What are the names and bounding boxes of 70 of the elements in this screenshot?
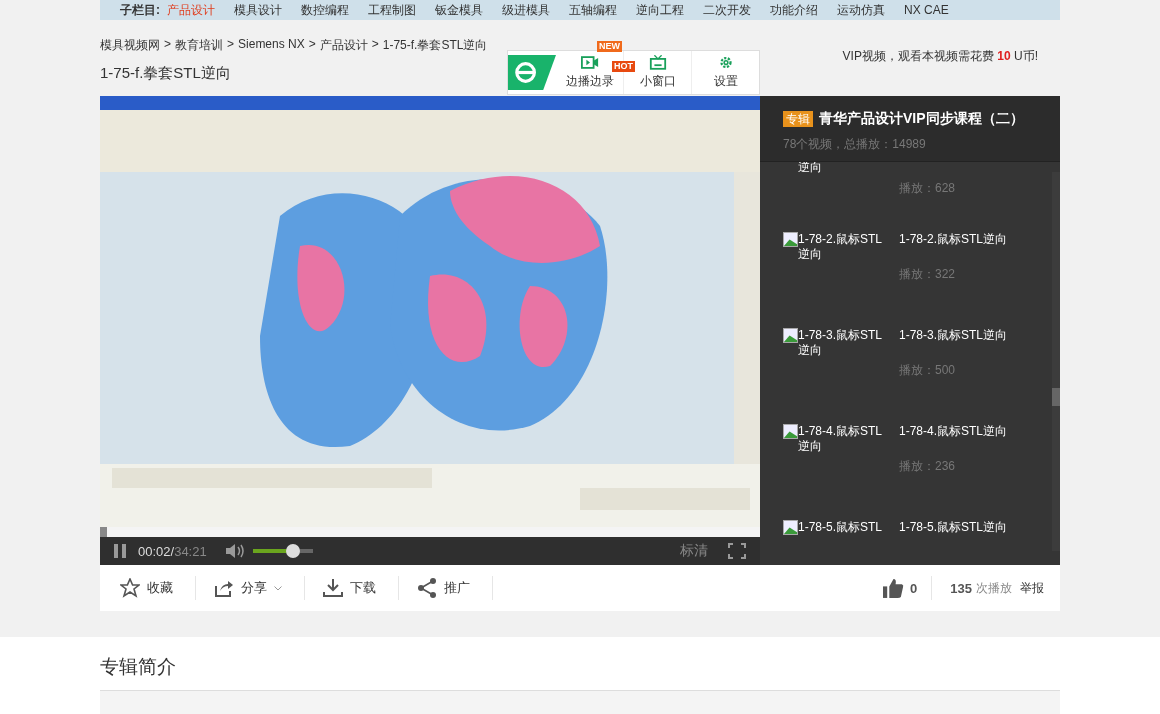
playlist-item-title[interactable]: 1-78-2.鼠标STL逆向 <box>899 232 1008 247</box>
category-link[interactable]: 五轴编程 <box>569 1 617 19</box>
broken-image-icon <box>783 328 798 343</box>
play-count: 播放：236 <box>899 458 957 475</box>
toolbar-button[interactable]: 设置 <box>692 51 759 94</box>
broken-image-icon <box>783 520 798 535</box>
hot-badge: HOT <box>612 61 635 72</box>
category-link[interactable]: 钣金模具 <box>435 1 483 19</box>
share-icon <box>214 578 234 598</box>
album-summary: 78个视频，总播放：14989 <box>783 136 927 153</box>
breadcrumb-link[interactable]: 产品设计 <box>319 37 368 54</box>
category-link[interactable]: 二次开发 <box>703 1 751 19</box>
thumbnail-alt-text: 1-78-5.鼠标STL <box>798 520 884 535</box>
play-count: 播放：628 <box>899 180 956 197</box>
action-button[interactable]: 推广 <box>417 578 492 598</box>
album-tag: 专辑 <box>783 111 813 127</box>
category-link[interactable]: 功能介绍 <box>770 1 818 19</box>
thumbnail-alt-text: 1-78-3.鼠标STL逆向 <box>798 328 884 358</box>
play-count-number: 135 <box>950 580 972 596</box>
thumbs-up-icon[interactable] <box>883 577 905 599</box>
category-link[interactable]: 数控编程 <box>301 1 349 19</box>
caret-icon <box>274 585 282 591</box>
broken-image-icon <box>783 424 798 439</box>
breadcrumb-separator: > <box>308 37 316 53</box>
elapsed-time: 00:02/ <box>138 543 175 559</box>
video-record-icon <box>580 55 599 70</box>
tv-icon <box>648 55 667 70</box>
volume-icon[interactable] <box>224 543 247 559</box>
breadcrumb-separator: > <box>164 37 171 53</box>
scrollbar[interactable] <box>1052 172 1060 551</box>
report-link[interactable]: 举报 <box>1020 579 1044 597</box>
play-count: 播放：322 <box>899 266 957 283</box>
breadcrumb-link[interactable]: 模具视频网 <box>100 37 160 54</box>
star-icon <box>120 578 140 598</box>
album-title: 青华产品设计VIP同步课程（二） <box>819 110 1024 128</box>
action-button[interactable]: 分享 <box>214 578 304 598</box>
share-nodes-icon <box>417 578 437 598</box>
play-count: 播放：500 <box>899 362 957 379</box>
action-button[interactable]: 下载 <box>323 578 398 598</box>
new-badge: NEW <box>597 41 622 52</box>
category-link[interactable]: 逆向工程 <box>636 1 684 19</box>
category-link[interactable]: NX CAE <box>904 3 949 17</box>
broken-image-icon <box>783 232 798 247</box>
breadcrumb-link[interactable]: 教育培训 <box>175 37 223 54</box>
category-link[interactable]: 模具设计 <box>234 1 282 19</box>
breadcrumb-separator: > <box>371 37 379 53</box>
playlist-item-title[interactable]: 1-78-5.鼠标STL逆向 <box>899 520 1008 535</box>
category-link[interactable]: 运动仿真 <box>837 1 885 19</box>
like-count: 0 <box>910 580 918 596</box>
vip-notice: VIP视频，观看本视频需花费 10 U币! <box>842 48 1038 65</box>
breadcrumb-separator: > <box>227 37 235 53</box>
download-icon <box>323 578 343 598</box>
playlist-item-title[interactable]: 1-78-4.鼠标STL逆向 <box>899 424 1008 439</box>
thumbnail-alt-text: 1-78-2.鼠标STL逆向 <box>798 232 884 262</box>
quality-selector[interactable]: 标清 <box>680 542 708 560</box>
fullscreen-icon[interactable] <box>728 543 746 559</box>
category-label: 子栏目: <box>120 1 160 19</box>
breadcrumb-link[interactable]: 1-75-f.拳套STL逆向 <box>382 37 488 54</box>
thumbnail-alt-text: 1-78-4.鼠标STL逆向 <box>798 424 884 454</box>
breadcrumb-link[interactable]: Siemens NX <box>238 37 305 54</box>
category-link[interactable]: 级进模具 <box>502 1 550 19</box>
play-count-label: 次播放 <box>976 579 1012 597</box>
video-title: 1-75-f.拳套STL逆向 <box>100 64 232 83</box>
action-button[interactable]: 收藏 <box>120 578 195 598</box>
pause-icon[interactable] <box>114 544 126 558</box>
volume-slider[interactable] <box>252 544 313 558</box>
volume-thumb[interactable] <box>285 544 300 558</box>
duration-time: 34:21 <box>174 543 207 559</box>
playlist-item-title[interactable]: 1-78-3.鼠标STL逆向 <box>899 328 1008 343</box>
category-link[interactable]: 工程制图 <box>368 1 416 19</box>
